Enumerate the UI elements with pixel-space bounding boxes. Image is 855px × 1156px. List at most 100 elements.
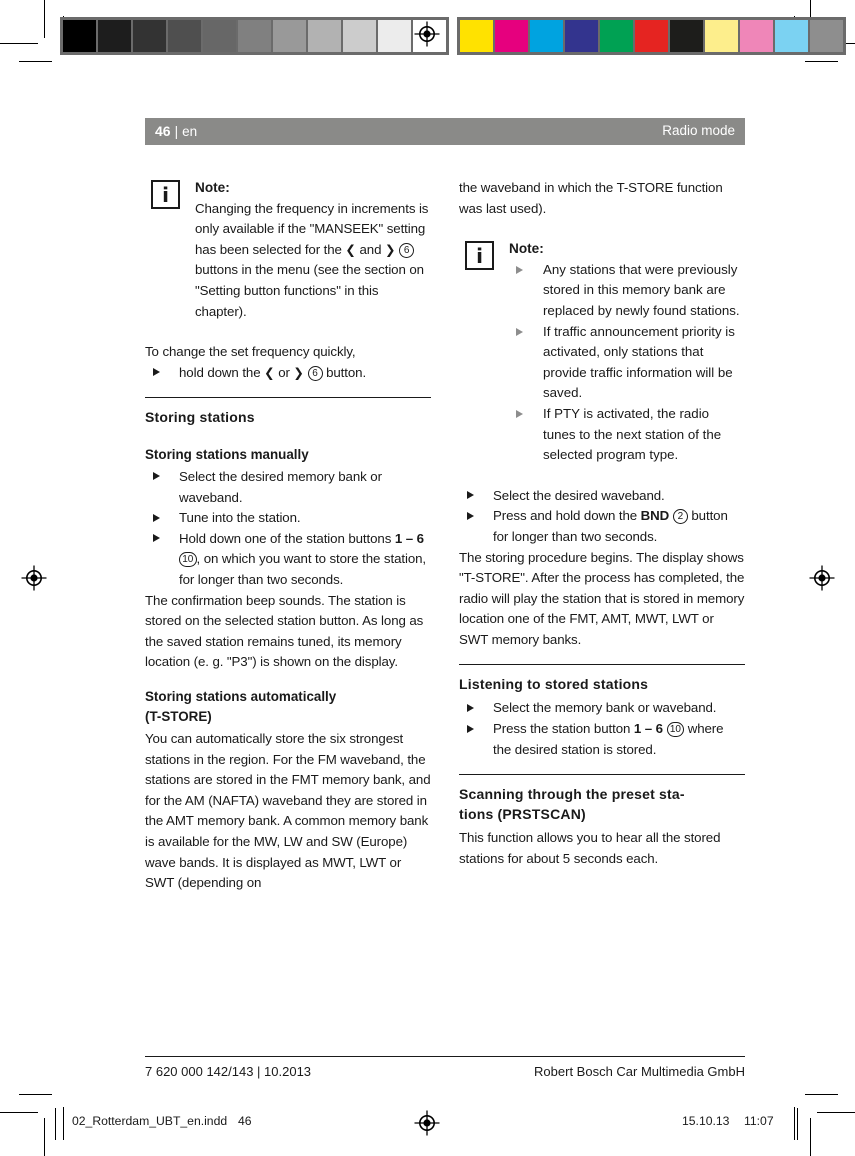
- calibration-patch: [495, 20, 528, 52]
- calibration-patch: [168, 20, 201, 52]
- crop-mark-line: [19, 1094, 52, 1096]
- list-item: Select the desired waveband.: [459, 486, 745, 507]
- list-item: Select the memory bank or waveband.: [459, 698, 745, 719]
- registration-target-icon: [414, 21, 440, 47]
- registration-target-icon: [809, 565, 835, 591]
- bnd-button-label: BND: [640, 508, 670, 524]
- quick-change-intro: To change the set frequency quickly,: [145, 344, 356, 360]
- calibration-patch: [343, 20, 376, 52]
- info-icon: i: [465, 241, 494, 271]
- manual-storing-paragraph: The confirmation beep sounds. The statio…: [145, 592, 424, 670]
- list-item: If PTY is activated, the radio tunes to …: [509, 404, 745, 466]
- list-item: Tune into the station.: [145, 508, 431, 529]
- arrow-left-icon: ❮: [345, 241, 356, 257]
- calibration-patch: [63, 20, 96, 52]
- header-section-title: Radio mode: [662, 123, 735, 138]
- continuation-paragraph: the waveband in which the T-STORE functi…: [459, 180, 723, 216]
- subheading-line2: (T-STORE): [145, 709, 212, 725]
- section-divider: [145, 397, 431, 399]
- page-footer: 7 620 000 142/143 | 10.2013 Robert Bosch…: [145, 1056, 745, 1079]
- subheading-storing-automatically: Storing stations automatically (T-STORE): [145, 687, 431, 728]
- list-item: Hold down one of the station buttons 1 –…: [145, 529, 431, 591]
- section-heading-storing-stations: Storing stations: [145, 409, 255, 426]
- section-divider: [459, 664, 745, 666]
- calibration-patch: [810, 20, 843, 52]
- step-text: Select the memory bank or waveband.: [493, 700, 717, 716]
- auto-storing-paragraph: You can automatically store the six stro…: [145, 731, 431, 891]
- section-heading-line1: Scanning through the preset sta-: [459, 786, 685, 803]
- bullet-triangle-icon: [153, 368, 160, 377]
- arrow-right-icon: ❯: [293, 364, 304, 380]
- list-item: hold down the ❮ or ❯ 6 button.: [145, 363, 431, 384]
- calibration-patch: [98, 20, 131, 52]
- production-date: 15.10.13: [682, 1114, 730, 1128]
- subheading-line1: Storing stations automatically: [145, 688, 337, 704]
- arrow-left-icon: ❮: [264, 364, 275, 380]
- section-heading-scanning: Scanning through the preset sta-tions (P…: [459, 784, 745, 824]
- calibration-patch: [705, 20, 738, 52]
- calibration-patch: [600, 20, 633, 52]
- callout-number: 6: [307, 365, 323, 381]
- step-suffix: , on which you want to store the station…: [179, 551, 426, 587]
- info-icon: i: [151, 180, 180, 209]
- calibration-patch: [203, 20, 236, 52]
- left-column: i Note: Changing the frequency in increm…: [145, 178, 431, 894]
- crop-mark-line: [44, 0, 46, 38]
- callout-number: 6: [399, 242, 415, 258]
- note-body-mid: and: [355, 241, 385, 257]
- crop-mark-line: [805, 61, 838, 63]
- prodbar-rule: [55, 1108, 57, 1140]
- header-page-number: 46: [155, 123, 171, 139]
- calibration-patch: [378, 20, 411, 52]
- note-box-tstore: i Note: Any stations that were previousl…: [459, 239, 745, 466]
- section-heading-listening: Listening to stored stations: [459, 676, 649, 693]
- note-body: Changing the frequency in increments is …: [195, 199, 431, 323]
- bullet-triangle-icon: [516, 265, 523, 274]
- list-item: If traffic announcement priority is acti…: [509, 322, 745, 404]
- header-language: en: [182, 124, 198, 139]
- bullet-triangle-icon: [467, 491, 474, 500]
- footer-part-number: 7 620 000 142/143 | 10.2013: [145, 1064, 312, 1079]
- section-heading-line2: tions (PRSTSCAN): [459, 806, 586, 823]
- note-title: Note:: [195, 180, 230, 195]
- header-separator: |: [174, 124, 179, 139]
- calibration-patch: [635, 20, 668, 52]
- bullet-triangle-icon: [467, 511, 474, 520]
- info-icon-glyph: i: [476, 243, 483, 268]
- step-suffix: button.: [322, 364, 367, 380]
- callout-number: 10: [179, 552, 197, 568]
- bullet-triangle-icon: [467, 703, 474, 712]
- list-item: Press and hold down the BND 2 button for…: [459, 506, 745, 547]
- note-title: Note:: [509, 241, 544, 257]
- grayscale-calibration-bar: [60, 17, 449, 55]
- prodbar-rule: [797, 1108, 799, 1140]
- calibration-patch: [308, 20, 341, 52]
- bullet-triangle-icon: [516, 327, 523, 336]
- step-prefix: hold down the: [179, 364, 265, 380]
- crop-mark-line: [19, 61, 52, 63]
- calibration-patch: [273, 20, 306, 52]
- note-bullet-text: If PTY is activated, the radio tunes to …: [543, 405, 722, 463]
- step-prefix: Press and hold down the: [493, 508, 641, 524]
- manual-storing-steps: Select the desired memory bank or waveba…: [145, 467, 431, 591]
- note-bullet-list: Any stations that were previously stored…: [509, 260, 745, 466]
- note-body-part2: buttons in the menu (see the section on …: [195, 262, 424, 319]
- registration-target-icon: [414, 1110, 440, 1136]
- calibration-patch: [460, 20, 493, 52]
- note-box-manseek: i Note: Changing the frequency in increm…: [145, 178, 431, 322]
- list-item: Press the station button 1 – 6 10 where …: [459, 719, 745, 760]
- calibration-patch: [133, 20, 166, 52]
- calibration-patch: [670, 20, 703, 52]
- page-header: 46 | en Radio mode: [145, 118, 745, 145]
- bullet-triangle-icon: [516, 409, 523, 418]
- calibration-patch: [238, 20, 271, 52]
- manual-page: 46 | en Radio mode i Note: Changing the …: [145, 118, 745, 1079]
- tstore-paragraph: The storing procedure begins. The displa…: [459, 549, 745, 647]
